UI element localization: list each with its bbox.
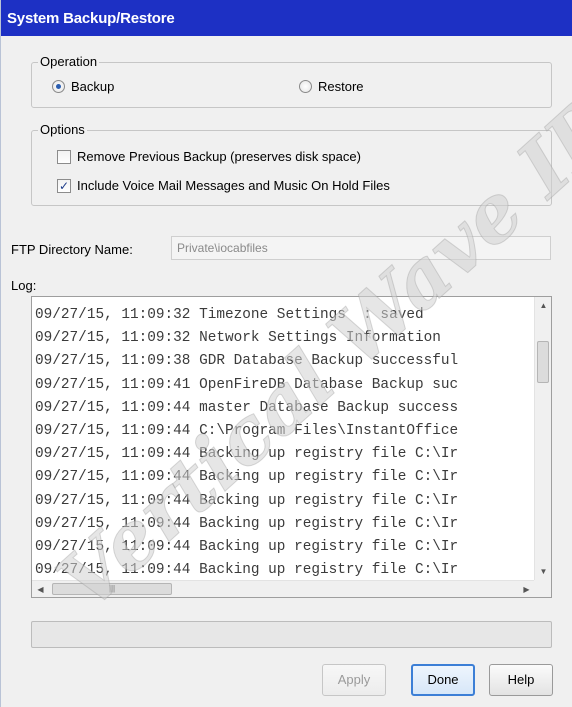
checkbox-icon[interactable] <box>57 149 71 164</box>
scroll-up-arrow-icon[interactable]: ▲ <box>535 297 551 314</box>
horizontal-scrollbar[interactable]: ◀ ||| ▶ <box>32 580 535 597</box>
done-button[interactable]: Done <box>411 664 475 696</box>
restore-radio-label: Restore <box>318 79 364 94</box>
scroll-right-arrow-icon[interactable]: ▶ <box>518 581 535 597</box>
backup-radio-label: Backup <box>71 79 115 94</box>
log-line: 09/27/15, 11:09:44 Backing up registry f… <box>35 539 459 556</box>
ftp-directory-label: FTP Directory Name: <box>11 242 133 257</box>
help-button[interactable]: Help <box>489 664 553 696</box>
log-line: 09/27/15, 11:09:44 Backing up registry f… <box>35 562 459 576</box>
options-group: Options Remove Previous Backup (preserve… <box>31 122 552 206</box>
backup-restore-dialog: System Backup/Restore Operation Backup R… <box>0 0 572 707</box>
include-voicemail-checkbox[interactable]: ✓ Include Voice Mail Messages and Music … <box>57 178 390 193</box>
remove-previous-backup-label: Remove Previous Backup (preserves disk s… <box>77 149 361 164</box>
radio-button-icon[interactable] <box>299 80 312 93</box>
log-line: 09/27/15, 11:09:44 Backing up registry f… <box>35 469 459 486</box>
options-legend: Options <box>38 122 87 137</box>
vertical-scrollbar[interactable]: ▲ ▼ <box>534 297 551 580</box>
window-title: System Backup/Restore <box>1 0 572 36</box>
scroll-down-arrow-icon[interactable]: ▼ <box>535 563 551 580</box>
restore-radio[interactable]: Restore <box>299 79 364 94</box>
log-line: 09/27/15, 11:09:44 master Database Backu… <box>35 399 459 416</box>
log-line: 09/27/15, 11:09:44 Backing up registry f… <box>35 492 459 509</box>
log-line: 09/27/15, 11:09:32 Network Settings Info… <box>35 330 441 347</box>
radio-button-icon[interactable] <box>52 80 65 93</box>
operation-group: Operation Backup Restore <box>31 54 552 108</box>
apply-button[interactable]: Apply <box>322 664 386 696</box>
log-line: 09/27/15, 11:09:41 OpenFireDB Database B… <box>35 376 459 393</box>
backup-radio[interactable]: Backup <box>52 79 114 94</box>
horizontal-scroll-thumb[interactable]: ||| <box>52 583 172 595</box>
log-label: Log: <box>11 278 37 293</box>
vertical-scroll-thumb[interactable] <box>537 341 549 383</box>
include-voicemail-label: Include Voice Mail Messages and Music On… <box>77 178 390 193</box>
scroll-left-arrow-icon[interactable]: ◀ <box>32 581 49 597</box>
operation-legend: Operation <box>38 54 100 69</box>
log-line: 09/27/15, 11:09:32 Timezone Settings : s… <box>35 307 424 323</box>
log-textarea[interactable]: 09/27/15, 11:09:32 Timezone Settings : s… <box>31 296 552 598</box>
backup-progress-bar <box>31 621 552 648</box>
log-line: 09/27/15, 11:09:44 Backing up registry f… <box>35 515 459 532</box>
checkbox-icon[interactable]: ✓ <box>57 178 71 193</box>
log-line: 09/27/15, 11:09:38 GDR Database Backup s… <box>35 353 459 370</box>
log-line: 09/27/15, 11:09:44 C:\Program Files\Inst… <box>35 423 459 440</box>
scrollbar-corner <box>534 580 551 597</box>
remove-previous-backup-checkbox[interactable]: Remove Previous Backup (preserves disk s… <box>57 149 361 164</box>
log-lines: 09/27/15, 11:09:32 Timezone Settings : s… <box>35 304 535 576</box>
ftp-directory-input[interactable]: Private\iocabfiles <box>171 236 551 260</box>
log-line: 09/27/15, 11:09:44 Backing up registry f… <box>35 446 459 463</box>
